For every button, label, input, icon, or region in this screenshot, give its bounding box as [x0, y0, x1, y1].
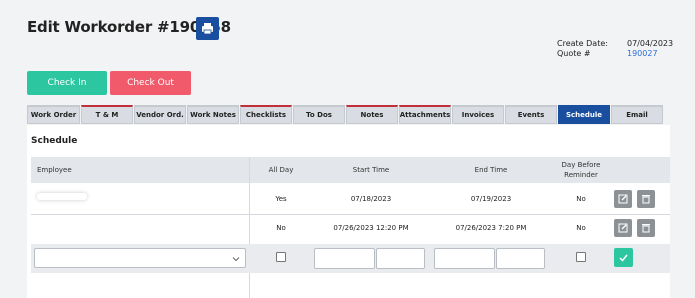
tab-email[interactable]: Email — [611, 105, 663, 124]
table-row: Yes 07/18/2023 07/19/2023 No — [31, 183, 670, 215]
schedule-panel: Schedule Employee All Day Start Time End… — [27, 125, 670, 298]
employee-name-redacted — [37, 193, 87, 200]
col-end-time: End Time — [474, 166, 508, 174]
col-reminder-line1: Day Before — [561, 161, 601, 169]
tab-notes[interactable]: Notes — [346, 105, 398, 124]
trash-icon — [642, 195, 650, 204]
tab-invoices[interactable]: Invoices — [452, 105, 504, 124]
schedule-title: Schedule — [31, 136, 78, 146]
edit-button[interactable] — [614, 219, 632, 237]
quote-label: Quote # — [557, 49, 591, 58]
quote-link[interactable]: 190027 — [627, 49, 673, 59]
all-day-value: Yes — [275, 195, 287, 203]
tab-attachments[interactable]: Attachments — [399, 105, 451, 124]
start-date-input[interactable] — [314, 248, 375, 269]
edit-button[interactable] — [614, 190, 632, 208]
end-date-input[interactable] — [434, 248, 495, 269]
tab-schedule[interactable]: Schedule — [558, 105, 610, 124]
trash-icon — [642, 224, 650, 233]
employee-select[interactable] — [34, 248, 246, 268]
tab-vendor-ord[interactable]: Vendor Ord. — [134, 105, 186, 124]
col-employee: Employee — [37, 166, 72, 174]
printer-icon — [202, 23, 213, 35]
save-schedule-button[interactable] — [614, 248, 633, 267]
end-time-input[interactable] — [496, 248, 545, 269]
tab-bar: Work Order T & M Vendor Ord. Work Notes … — [27, 105, 664, 125]
check-out-button[interactable]: Check Out — [110, 71, 191, 95]
check-in-button[interactable]: Check In — [27, 71, 107, 95]
edit-icon — [618, 223, 628, 233]
meta-values: 07/04/2023 190027 — [627, 39, 673, 59]
end-time-value: 07/26/2023 7:20 PM — [455, 224, 527, 232]
col-reminder-line2: Reminder — [564, 171, 598, 179]
start-time-input[interactable] — [376, 248, 425, 269]
reminder-checkbox[interactable] — [576, 252, 586, 262]
checkmark-icon — [619, 254, 628, 262]
tab-events[interactable]: Events — [505, 105, 557, 124]
tab-work-notes[interactable]: Work Notes — [187, 105, 239, 124]
tab-t-and-m[interactable]: T & M — [81, 105, 133, 124]
start-time-value: 07/18/2023 — [350, 195, 392, 203]
table-row: No 07/26/2023 12:20 PM 07/26/2023 7:20 P… — [31, 214, 670, 245]
start-time-value: 07/26/2023 12:20 PM — [333, 224, 409, 232]
end-time-value: 07/19/2023 — [470, 195, 512, 203]
tab-checklists[interactable]: Checklists — [240, 105, 292, 124]
delete-button[interactable] — [637, 190, 655, 208]
all-day-checkbox[interactable] — [276, 252, 286, 262]
all-day-value: No — [276, 224, 286, 232]
tab-work-order[interactable]: Work Order — [27, 105, 80, 124]
create-date-value: 07/04/2023 — [627, 39, 674, 48]
tab-to-dos[interactable]: To Dos — [293, 105, 345, 124]
col-start-time: Start Time — [352, 166, 390, 174]
table-header: Employee All Day Start Time End Time Day… — [31, 157, 670, 183]
col-reminder: Day Before Reminder — [546, 160, 616, 180]
edit-icon — [618, 194, 628, 204]
create-date-label: Create Date: — [557, 39, 608, 48]
chevron-down-icon — [232, 257, 240, 262]
col-all-day: All Day — [268, 166, 294, 174]
reminder-value: No — [576, 195, 586, 203]
print-button[interactable] — [196, 17, 219, 40]
meta-labels: Create Date: Quote # — [557, 39, 608, 59]
reminder-value: No — [576, 224, 586, 232]
new-schedule-row — [31, 244, 670, 273]
delete-button[interactable] — [637, 219, 655, 237]
